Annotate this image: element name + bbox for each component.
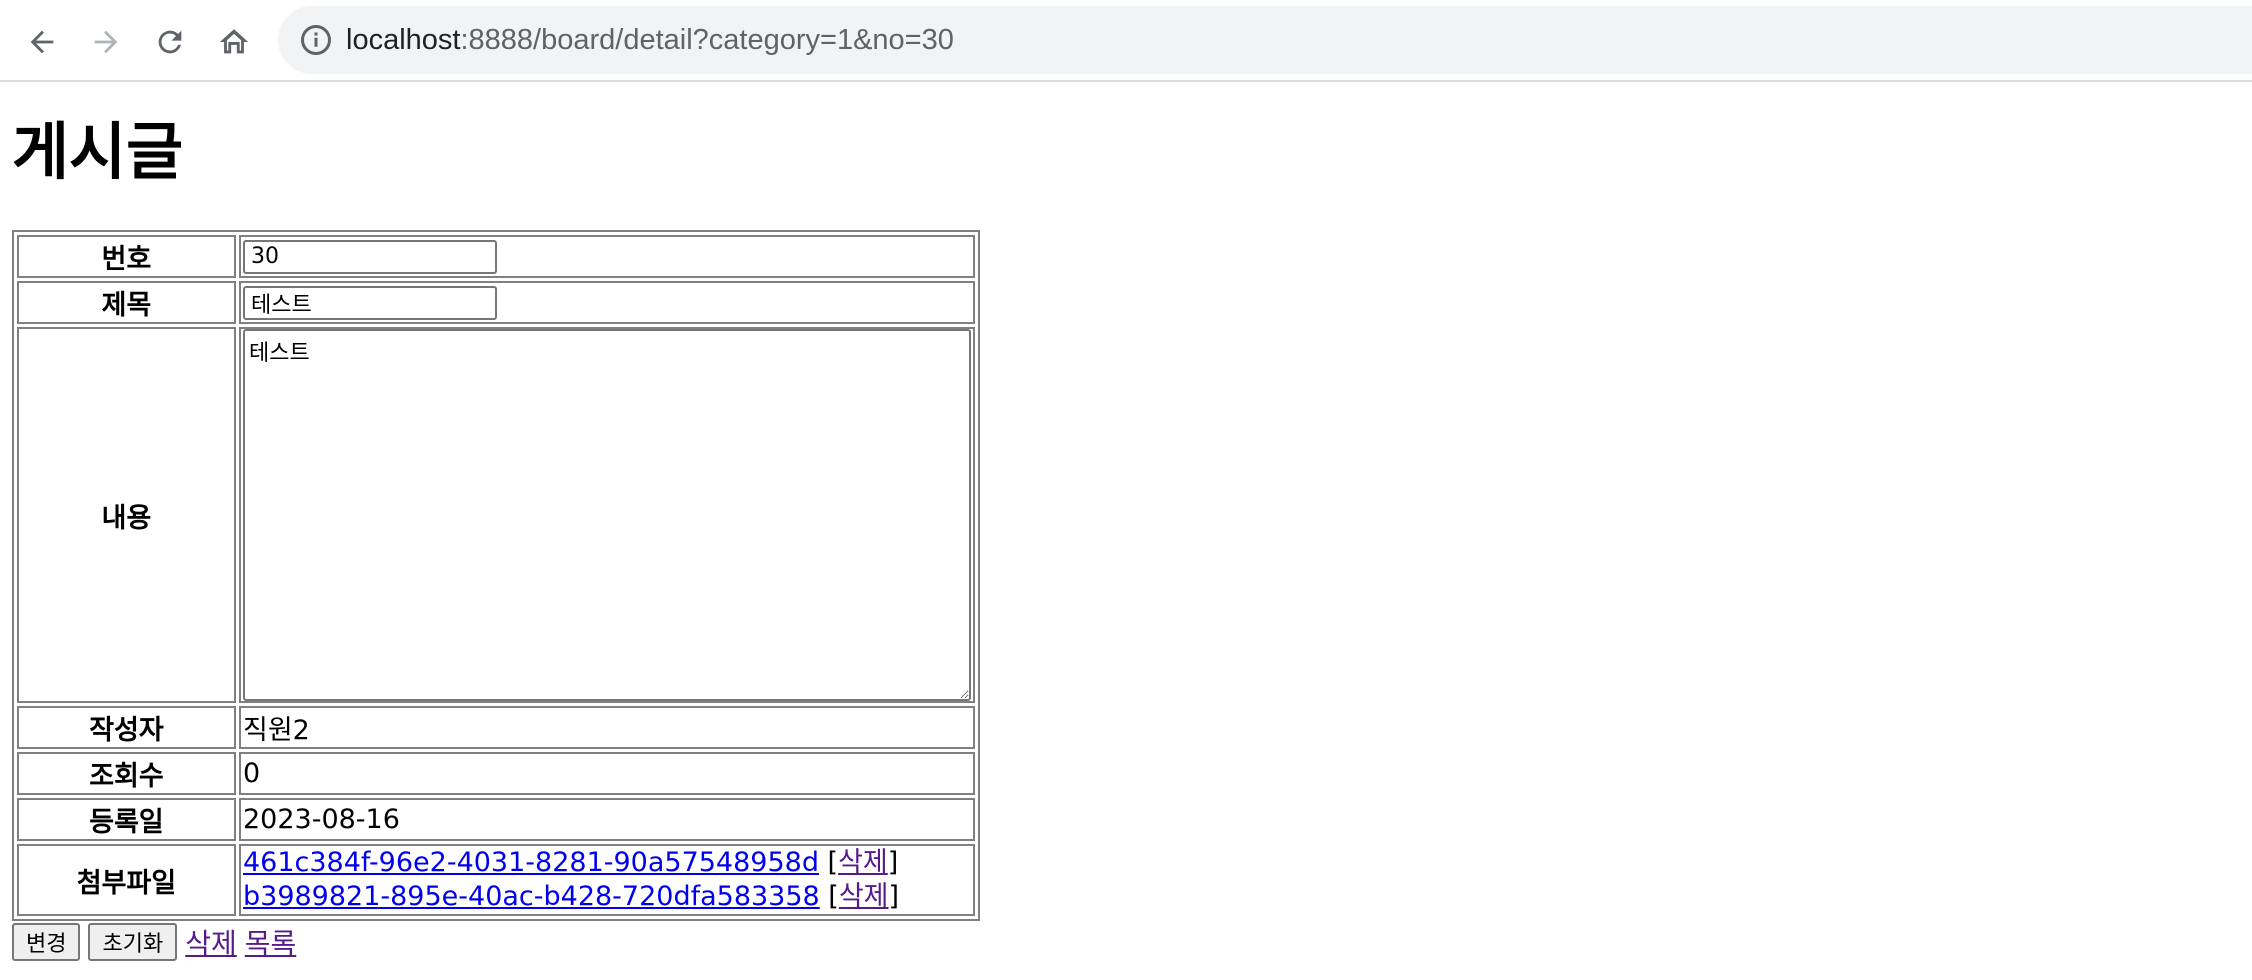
file-item: b3989821-895e-40ac-b428-720dfa583358 [삭제… — [243, 881, 900, 912]
reload-button[interactable] — [142, 14, 198, 70]
file-delete-link[interactable]: 삭제 — [838, 847, 888, 878]
no-label: 번호 — [17, 235, 236, 278]
no-cell — [239, 235, 975, 278]
arrow-left-icon — [30, 30, 54, 54]
subject-label: 제목 — [17, 281, 236, 324]
writer-label: 작성자 — [17, 706, 236, 749]
row-views: 조회수 0 — [17, 752, 975, 795]
reset-button[interactable]: 초기화 — [88, 923, 178, 961]
row-subject: 제목 — [17, 281, 975, 324]
browser-toolbar: localhost:8888/board/detail?category=1&n… — [0, 0, 2252, 82]
update-button[interactable]: 변경 — [12, 923, 81, 961]
file-delete-link[interactable]: 삭제 — [839, 881, 889, 912]
content-textarea[interactable]: 테스트 — [243, 329, 971, 701]
files-cell: 461c384f-96e2-4031-8281-90a57548958d [삭제… — [239, 844, 975, 916]
url-host: localhost — [346, 24, 461, 56]
page-title: 게시글 — [12, 115, 184, 188]
url-text[interactable]: localhost:8888/board/detail?category=1&n… — [346, 22, 954, 58]
row-no: 번호 — [17, 235, 975, 278]
post-detail-table: 번호 제목 내용 테스트 작성자 직원2 조회수 0 등록일 2023-08-1… — [12, 230, 980, 921]
views-label: 조회수 — [17, 752, 236, 795]
reload-icon — [158, 30, 182, 54]
address-bar[interactable]: localhost:8888/board/detail?category=1&n… — [278, 6, 2252, 74]
arrow-right-icon — [94, 30, 118, 54]
views-value: 0 — [239, 752, 975, 795]
file-item: 461c384f-96e2-4031-8281-90a57548958d [삭제… — [243, 847, 899, 878]
home-icon — [219, 29, 249, 54]
row-files: 첨부파일 461c384f-96e2-4031-8281-90a57548958… — [17, 844, 975, 916]
content-label: 내용 — [17, 327, 236, 703]
url-path: :8888/board/detail?category=1&no=30 — [460, 24, 954, 56]
file-download-link[interactable]: 461c384f-96e2-4031-8281-90a57548958d — [243, 847, 819, 878]
content-cell: 테스트 — [239, 327, 975, 703]
row-regdate: 등록일 2023-08-16 — [17, 798, 975, 841]
files-label: 첨부파일 — [17, 844, 236, 916]
regdate-label: 등록일 — [17, 798, 236, 841]
home-button[interactable] — [206, 14, 262, 70]
list-link[interactable]: 목록 — [245, 922, 297, 962]
delete-post-link[interactable]: 삭제 — [185, 922, 237, 962]
back-button[interactable] — [14, 14, 70, 70]
regdate-value: 2023-08-16 — [239, 798, 975, 841]
no-input[interactable] — [243, 239, 497, 274]
subject-cell — [239, 281, 975, 324]
form-actions: 변경 초기화 삭제 목록 — [12, 922, 296, 962]
row-writer: 작성자 직원2 — [17, 706, 975, 749]
forward-button[interactable] — [78, 14, 134, 70]
subject-input[interactable] — [243, 285, 497, 320]
info-icon[interactable] — [298, 22, 334, 58]
file-download-link[interactable]: b3989821-895e-40ac-b428-720dfa583358 — [243, 881, 820, 912]
row-content: 내용 테스트 — [17, 327, 975, 703]
writer-value: 직원2 — [239, 706, 975, 749]
